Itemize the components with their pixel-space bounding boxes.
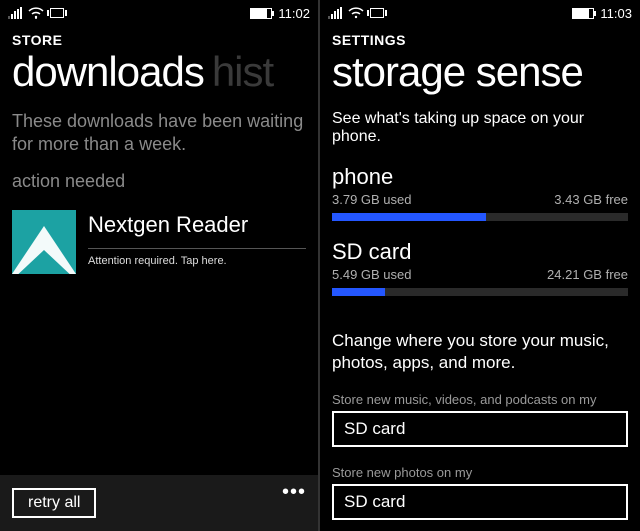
wifi-icon — [348, 7, 364, 19]
wifi-icon — [28, 7, 44, 19]
storage-bar — [332, 288, 628, 296]
app-header: SETTINGS — [320, 26, 640, 48]
pivot-tabs[interactable]: downloadshist — [0, 48, 318, 96]
tab-history[interactable]: hist — [212, 48, 273, 95]
waiting-message: These downloads have been waiting for mo… — [12, 110, 306, 155]
action-needed-label: action needed — [12, 171, 306, 192]
vibrate-icon — [50, 8, 64, 18]
clock: 11:02 — [278, 6, 310, 21]
status-bar: 11:02 — [0, 0, 318, 26]
storage-bar — [332, 213, 628, 221]
storage-free: 24.21 GB free — [547, 267, 628, 282]
app-status: Attention required. Tap here. — [88, 255, 306, 267]
clock: 11:03 — [600, 6, 632, 21]
status-bar: 11:03 — [320, 0, 640, 26]
store-downloads-screen: 11:02 STORE downloadshist These download… — [0, 0, 320, 531]
storage-used: 3.79 GB used — [332, 192, 412, 207]
battery-icon — [250, 8, 272, 19]
storage-free: 3.43 GB free — [554, 192, 628, 207]
storage-phone[interactable]: phone 3.79 GB used 3.43 GB free — [332, 164, 628, 221]
music-location-select[interactable]: SD card — [332, 411, 628, 447]
signal-icon — [8, 7, 22, 19]
storage-used: 5.49 GB used — [332, 267, 412, 282]
storage-sense-screen: 11:03 SETTINGS storage sense See what's … — [320, 0, 640, 531]
app-bar: retry all ••• — [0, 475, 318, 531]
vibrate-icon — [370, 8, 384, 18]
page-title: storage sense — [320, 48, 640, 96]
change-description: Change where you store your music, photo… — [332, 330, 628, 374]
music-location-label: Store new music, videos, and podcasts on… — [332, 392, 628, 407]
photos-location-select[interactable]: SD card — [332, 484, 628, 520]
more-icon[interactable]: ••• — [282, 481, 306, 504]
battery-icon — [572, 8, 594, 19]
app-icon — [12, 210, 76, 274]
retry-all-button[interactable]: retry all — [12, 488, 96, 518]
description: See what's taking up space on your phone… — [332, 110, 628, 146]
app-header: STORE — [0, 26, 318, 48]
app-name: Nextgen Reader — [88, 212, 306, 238]
signal-icon — [328, 7, 342, 19]
storage-name: phone — [332, 164, 628, 190]
photos-location-label: Store new photos on my — [332, 465, 628, 480]
download-item[interactable]: Nextgen Reader Attention required. Tap h… — [12, 210, 306, 274]
tab-downloads[interactable]: downloads — [12, 48, 204, 95]
storage-name: SD card — [332, 239, 628, 265]
storage-sdcard[interactable]: SD card 5.49 GB used 24.21 GB free — [332, 239, 628, 296]
